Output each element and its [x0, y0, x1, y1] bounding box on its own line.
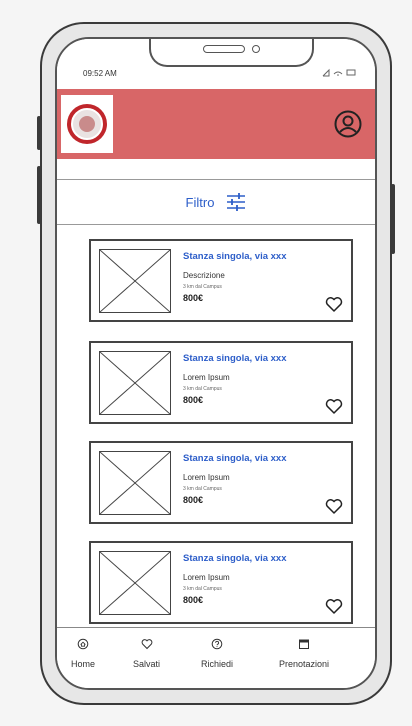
listing-distance: 3 km dal Campus	[183, 486, 222, 492]
heart-icon[interactable]	[325, 398, 343, 415]
nav-requests-label: Richiedi	[201, 659, 234, 669]
calendar-icon	[299, 639, 310, 649]
listing-card[interactable]: Stanza singola, via xxx Lorem Ipsum 3 km…	[89, 541, 353, 624]
screen: 09:52 AM Filtro Stanza singola, via xxx …	[55, 37, 377, 690]
signal-wifi-battery-icon	[322, 68, 356, 77]
nav-bookings[interactable]: Prenotazioni	[279, 638, 329, 672]
listing-price: 800€	[183, 595, 204, 605]
heart-icon	[141, 639, 152, 650]
listing-title[interactable]: Stanza singola, via xxx	[183, 353, 287, 364]
image-placeholder	[99, 551, 171, 615]
listing-description: Lorem Ipsum	[183, 473, 230, 482]
home-icon	[77, 638, 89, 650]
listing-price: 800€	[183, 293, 204, 303]
nav-saved[interactable]: Salvati	[133, 638, 160, 672]
profile-icon[interactable]	[333, 109, 363, 139]
nav-bookings-label: Prenotazioni	[279, 659, 330, 669]
image-placeholder	[99, 351, 171, 415]
listing-description: Descrizione	[183, 271, 225, 280]
heart-icon[interactable]	[325, 296, 343, 313]
university-seal-logo[interactable]	[61, 95, 113, 153]
listing-description: Lorem Ipsum	[183, 573, 230, 582]
listing-description: Lorem Ipsum	[183, 373, 230, 382]
listing-title[interactable]: Stanza singola, via xxx	[183, 251, 287, 262]
volume-button	[37, 166, 41, 224]
listing-distance: 3 km dal Campus	[183, 284, 222, 290]
nav-home-label: Home	[71, 659, 96, 669]
heart-icon[interactable]	[325, 598, 343, 615]
speaker	[203, 45, 245, 53]
nav-home[interactable]: Home	[71, 638, 95, 672]
volume-button	[37, 116, 41, 150]
heart-icon[interactable]	[325, 498, 343, 515]
nav-saved-label: Salvati	[133, 659, 161, 669]
status-icons	[321, 68, 357, 79]
nav-requests[interactable]: Richiedi	[201, 638, 233, 672]
listing-price: 800€	[183, 395, 204, 405]
listing-distance: 3 km dal Campus	[183, 386, 222, 392]
request-icon	[211, 638, 223, 650]
notch	[149, 39, 314, 67]
listing-title[interactable]: Stanza singola, via xxx	[183, 453, 287, 464]
camera	[252, 45, 260, 53]
app-header	[57, 89, 375, 159]
status-time: 09:52 AM	[83, 69, 117, 78]
image-placeholder	[99, 249, 171, 313]
bottom-nav: Home Salvati Richiedi Prenotazioni	[57, 627, 375, 688]
filter-bar[interactable]: Filtro	[57, 179, 375, 225]
phone-frame: 09:52 AM Filtro Stanza singola, via xxx …	[37, 22, 395, 705]
listing-distance: 3 km dal Campus	[183, 586, 222, 592]
listing-card[interactable]: Stanza singola, via xxx Descrizione 3 km…	[89, 239, 353, 322]
listing-card[interactable]: Stanza singola, via xxx Lorem Ipsum 3 km…	[89, 341, 353, 424]
filter-label: Filtro	[185, 194, 215, 210]
listing-price: 800€	[183, 495, 204, 505]
power-button	[391, 184, 395, 254]
status-bar: 09:52 AM	[57, 39, 375, 87]
listing-title[interactable]: Stanza singola, via xxx	[183, 553, 287, 564]
sliders-icon[interactable]	[226, 193, 246, 211]
image-placeholder	[99, 451, 171, 515]
listing-card[interactable]: Stanza singola, via xxx Lorem Ipsum 3 km…	[89, 441, 353, 524]
